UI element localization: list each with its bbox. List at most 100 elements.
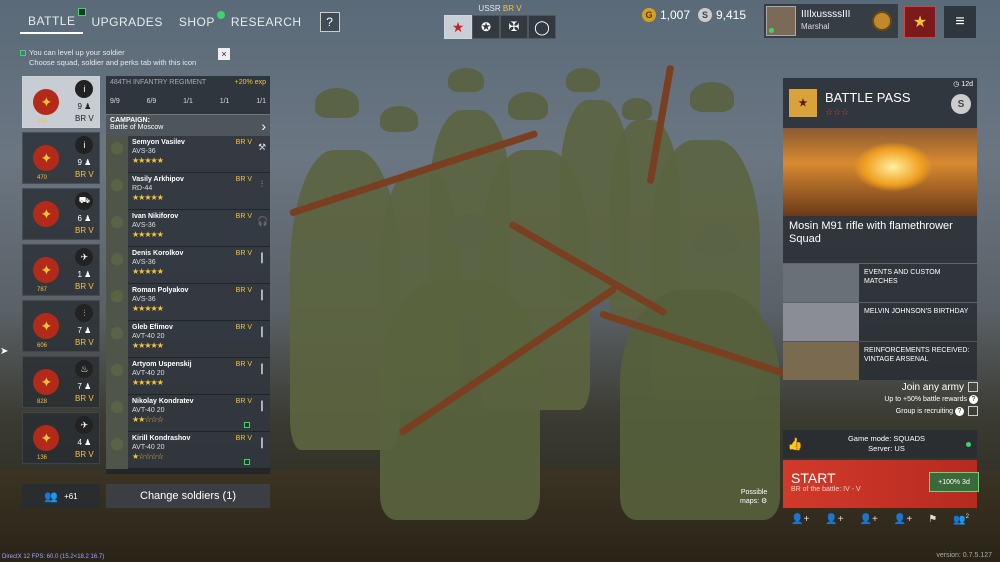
invite-player-3-icon[interactable]: 👤+ — [860, 514, 878, 525]
nation-ussr-button[interactable]: ★ — [444, 15, 472, 39]
nation-japan-button[interactable]: ◯ — [528, 15, 556, 39]
soldier-equipment-icon: ⚒ — [257, 142, 267, 152]
event-item[interactable]: MELVIN JOHNSON'S BIRTHDAY — [783, 303, 977, 341]
soldier-stars: ★★★★★ — [132, 304, 164, 313]
campaign-button[interactable]: CAMPAIGN: Battle of Moscow › — [106, 114, 270, 136]
squad-card[interactable]: ✦ 484 i 9 ♟ BR V — [22, 76, 100, 128]
squad-count-value: 9 — [77, 102, 82, 111]
soldier-portrait — [106, 284, 128, 321]
campaign-label: CAMPAIGN: — [110, 117, 150, 124]
flag-icon[interactable]: ⚑ — [928, 514, 937, 525]
start-button[interactable]: START BR of the battle: IV - V +100% 3d — [783, 460, 979, 508]
event-thumbnail — [783, 342, 859, 380]
debug-info: DirectX 12 FPS: 60.0 (15.2<18.2 16.7) — [2, 554, 105, 560]
settings-icon: ⚙ — [761, 498, 768, 505]
tab-upgrades[interactable]: UPGRADES — [83, 11, 170, 33]
profile-card[interactable]: IIIlxussssIII Marshal — [764, 4, 898, 38]
nation-usa-button[interactable]: ✪ — [472, 15, 500, 39]
profile-name: IIIlxussssIII — [801, 9, 851, 20]
tab-research[interactable]: RESEARCH — [223, 11, 310, 33]
squad-br: BR V — [75, 282, 94, 291]
battle-pass-card[interactable]: ★ BATTLE PASS ☆☆☆ ◷ 12d S Mosin M91 rifl… — [783, 78, 977, 263]
soldier-row[interactable]: Vasily Arkhipov RD-44 ★★★★★ BR V ⫶ — [106, 173, 270, 210]
notification-square-icon — [244, 422, 250, 428]
soldier-row[interactable]: Semyon Vasilev AVS-36 ★★★★★ BR V ⚒ — [106, 136, 270, 173]
soldier-portrait — [106, 136, 128, 173]
soldier-portrait — [106, 358, 128, 395]
squad-emblem: ✦ 136 — [23, 413, 70, 463]
close-hint-button[interactable]: × — [218, 48, 230, 60]
hamburger-icon: ≡ — [955, 13, 965, 30]
squad-count-value: 7 — [77, 326, 82, 335]
squad-card[interactable]: ✦ 828 ♨ 7 ♟ BR V — [22, 356, 100, 408]
recruit-checkbox[interactable] — [968, 406, 978, 416]
stat-riflemen: 6/9 — [146, 98, 157, 105]
squad-br: BR V — [75, 226, 94, 235]
nation-germany-button[interactable]: ✠ — [500, 15, 528, 39]
soldier-weapon: AVT-40 20 — [132, 444, 165, 451]
info-icon[interactable]: ? — [955, 406, 964, 416]
soldier-row[interactable]: Gleb Efimov AVT-40 20 ★★★★★ BR V ┃ — [106, 321, 270, 358]
version-label: version: 0.7.5.127 — [936, 552, 992, 559]
reserve-button[interactable]: 👥 +61 — [22, 484, 100, 508]
soldier-equipment-icon: ┃ — [259, 327, 265, 337]
gold-coin-icon: G — [642, 8, 656, 22]
soldier-row[interactable]: Nikolay Kondratev AVT-40 20 ★★☆☆☆ BR V ┃ — [106, 395, 270, 432]
usa-star-icon: ✪ — [480, 20, 492, 34]
squad-level: 470 — [37, 175, 48, 181]
squad-emblem-icon: ✦ — [33, 313, 60, 339]
xp-boost-badge[interactable]: +100% 3d — [929, 472, 979, 492]
hint-tooltip: You can level up your soldier Choose squ… — [20, 48, 230, 68]
gold-currency[interactable]: G 1,007 — [642, 8, 690, 22]
squad-card[interactable]: ✦ 136 ✈ 4 ♟ BR V — [22, 412, 100, 464]
invite-player-4-icon[interactable]: 👤+ — [894, 514, 912, 525]
change-soldiers-button[interactable]: Change soldiers (1) — [106, 484, 270, 508]
event-item[interactable]: REINFORCEMENTS RECEIVED: VINTAGE ARSENAL — [783, 342, 977, 380]
squad-emblem: ✦ 470 — [23, 133, 70, 183]
squad-card[interactable]: ✦ 606 ⫶ 7 ♟ BR V — [22, 300, 100, 352]
squad-count-value: 1 — [77, 270, 82, 279]
soldier-stars: ★★★★★ — [132, 267, 164, 276]
squad-level: 484 — [37, 119, 48, 125]
maps-line1: Possible — [740, 489, 768, 496]
menu-button[interactable]: ≡ — [944, 6, 976, 38]
squad-count: 4 ♟ — [77, 438, 92, 447]
event-thumbnail — [783, 303, 859, 341]
soldier-row[interactable]: Denis Korolkov AVS-36 ★★★★★ BR V ┃ — [106, 247, 270, 284]
soldier-row[interactable]: Roman Polyakov AVS-36 ★★★★★ BR V ┃ — [106, 284, 270, 321]
circle-icon: ◯ — [534, 18, 550, 35]
squad-card[interactable]: ✦ 470 i 9 ♟ BR V — [22, 132, 100, 184]
squad-card[interactable]: ✦ 787 ✈ 1 ♟ BR V — [22, 244, 100, 296]
friends-icon[interactable]: 👥2 — [953, 514, 969, 525]
premium-button[interactable]: ★ — [904, 6, 936, 38]
soldier-row[interactable]: Artyom Uspenskij AVT-40 20 ★★★★★ BR V ┃ — [106, 358, 270, 395]
thumbs-up-icon[interactable]: 👍 — [783, 437, 807, 451]
help-button[interactable]: ? — [319, 12, 340, 32]
game-mode-selector[interactable]: 👍 Game mode: SQUADS Server: US — [783, 430, 977, 458]
join-any-army-checkbox[interactable] — [968, 382, 978, 393]
hint-line1: You can level up your soldier — [29, 48, 125, 57]
regiment-header: 484TH INFANTRY REGIMENT +20% exp — [106, 76, 270, 114]
invite-player-2-icon[interactable]: 👤+ — [825, 514, 843, 525]
squad-br: BR V — [75, 394, 94, 403]
possible-maps[interactable]: Possible maps: ⚙ — [740, 488, 767, 506]
invite-player-1-icon[interactable]: 👤+ — [791, 514, 809, 525]
squad-emblem: ✦ 828 — [23, 357, 70, 407]
soldier-row[interactable]: Ivan Nikiforov AVS-36 ★★★★★ BR V 🎧 — [106, 210, 270, 247]
soldier-equipment-icon: ┃ — [259, 401, 265, 411]
soldier-stars: ★★★★★ — [132, 156, 164, 165]
silver-currency[interactable]: S 9,415 — [698, 8, 746, 22]
nation-name: USSR — [478, 4, 501, 13]
squad-class-icon: i — [75, 136, 94, 154]
squad-count: 9 ♟ — [77, 102, 92, 111]
friends-count: 2 — [965, 514, 969, 520]
tab-shop[interactable]: SHOP — [171, 11, 225, 33]
info-icon[interactable]: ? — [969, 395, 978, 404]
tab-battle[interactable]: BATTLE — [20, 8, 87, 34]
battle-pass-days-value: 12d — [961, 81, 973, 88]
soldier-br: BR V — [235, 361, 252, 368]
soldier-row[interactable]: Kirill Kondrashov AVT-40 20 ★☆☆☆☆ BR V ┃ — [106, 432, 270, 469]
squad-card[interactable]: ✦ ⛟ 6 ♟ BR V — [22, 188, 100, 240]
event-item[interactable]: EVENTS AND CUSTOM MATCHES — [783, 264, 977, 302]
nation-label: USSR BR V — [444, 4, 556, 13]
